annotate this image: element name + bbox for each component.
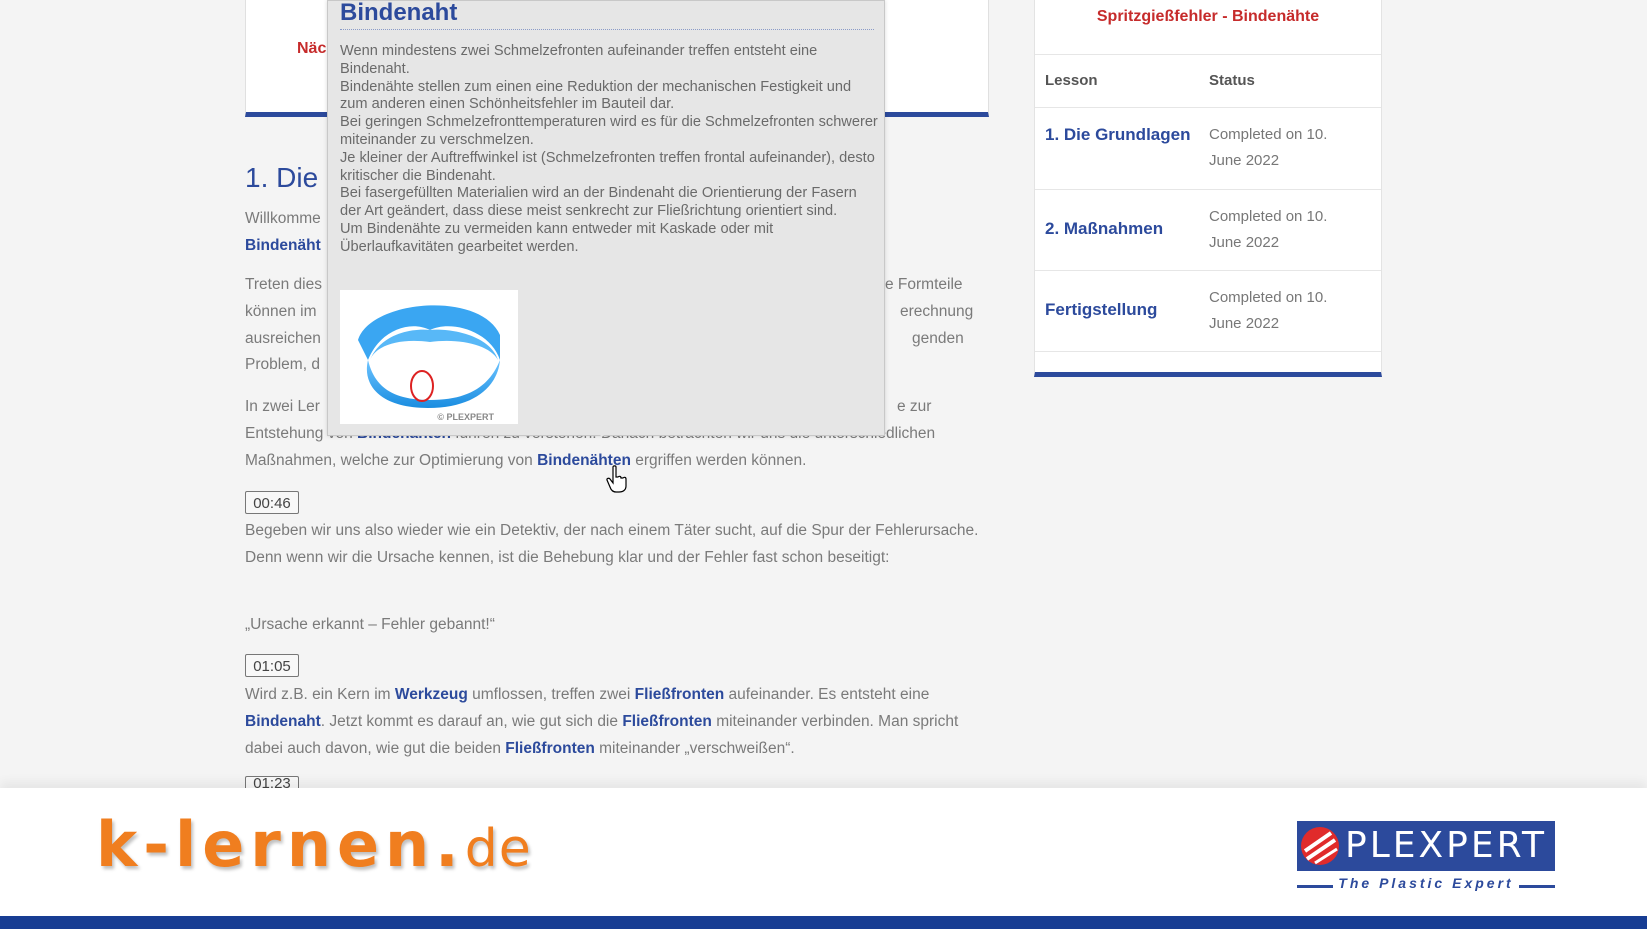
- plexpert-logo-box: PLEXPERT: [1297, 821, 1555, 871]
- tooltip-line: Bindenähte stellen zum einen eine Redukt…: [340, 78, 852, 113]
- divider: [1035, 351, 1381, 352]
- column-header-lesson: Lesson: [1045, 72, 1098, 89]
- k-lernen-logo: k-lernen.de: [96, 810, 532, 884]
- lesson-link-massnahmen[interactable]: 2. Maßnahmen: [1045, 216, 1195, 242]
- lesson-status: Completed on 10. June 2022: [1209, 289, 1328, 332]
- plexpert-ball-icon: [1301, 827, 1339, 865]
- lesson-link-grundlagen[interactable]: 1. Die Grundlagen: [1045, 122, 1195, 148]
- text-fragment: Willkomme: [245, 210, 321, 227]
- bottom-accent-bar: [0, 916, 1647, 929]
- lesson-status: Completed on 10. June 2022: [1209, 208, 1328, 251]
- text-fragment: In zwei Ler: [245, 398, 320, 415]
- glossary-link-bindenaehte[interactable]: Bindenäht: [245, 237, 321, 254]
- paragraph: Begeben wir uns also wieder wie ein Dete…: [245, 522, 979, 566]
- timestamp-button[interactable]: 01:05: [245, 654, 299, 677]
- glossary-link-fliessfronten[interactable]: Fließfronten: [505, 740, 595, 757]
- plexpert-logo: PLEXPERT The Plastic Expert: [1297, 821, 1555, 897]
- lesson-status: Completed on 10. June 2022: [1209, 126, 1328, 169]
- text-fragment: erechnung: [900, 302, 974, 320]
- image-caption: © PLEXPERT: [437, 412, 494, 422]
- timestamp-button[interactable]: 00:46: [245, 491, 299, 514]
- text-fragment: ausreichen: [245, 329, 321, 347]
- text-fragment: genden: [912, 329, 964, 347]
- stripes-icon: [1303, 831, 1338, 865]
- next-lesson-link[interactable]: Näc: [297, 40, 326, 58]
- divider: [1035, 107, 1381, 108]
- glossary-link-bindenaht[interactable]: Bindenaht: [245, 713, 321, 730]
- text-fragment: e zur: [897, 398, 932, 415]
- plexpert-tagline: The Plastic Expert: [1338, 875, 1514, 891]
- divider: [1035, 54, 1381, 55]
- lesson-link-fertigstellung[interactable]: Fertigstellung: [1045, 297, 1195, 323]
- text-fragment: umflossen, treffen zwei: [472, 686, 631, 703]
- text-fragment: aufeinander. Es entsteht eine: [728, 686, 930, 703]
- lesson-heading: 1. Die: [245, 162, 319, 193]
- course-progress-panel: Spritzgießfehler - Bindenähte Lesson Sta…: [1034, 0, 1382, 377]
- tooltip-part-image: © PLEXPERT: [340, 290, 518, 424]
- divider: [1519, 885, 1555, 888]
- tooltip-line: Bei geringen Schmelzefronttemperaturen w…: [340, 114, 878, 148]
- hand-cursor-icon: [606, 465, 627, 493]
- text-fragment: können im: [245, 302, 317, 320]
- tooltip-pointer: [596, 431, 608, 437]
- plexpert-wordmark: PLEXPERT: [1345, 825, 1548, 866]
- quote: „Ursache erkannt – Fehler gebannt!“: [245, 616, 495, 633]
- blue-ring-part-icon: [358, 305, 500, 408]
- glossary-link-fliessfronten[interactable]: Fließfronten: [622, 713, 712, 730]
- tooltip-line: Je kleiner der Auftreffwinkel ist (Schme…: [340, 149, 875, 184]
- logo-text: k-lernen.: [96, 808, 465, 881]
- tooltip-line: Um Bindenähte zu vermeiden kann entweder…: [340, 220, 774, 255]
- tooltip-body: Wenn mindestens zwei Schmelzefronten auf…: [340, 43, 880, 257]
- divider: [1035, 270, 1381, 271]
- text-fragment: Problem, d: [245, 356, 320, 374]
- text-fragment: ergriffen werden können.: [635, 451, 807, 469]
- logo-tld: de: [464, 819, 532, 879]
- tooltip-title: Bindenaht: [340, 0, 874, 30]
- text-fragment: Wird z.B. ein Kern im: [245, 686, 391, 703]
- text-fragment: Treten dies: [245, 276, 322, 293]
- tooltip-line: Wenn mindestens zwei Schmelzefronten auf…: [340, 43, 818, 77]
- course-title[interactable]: Spritzgießfehler - Bindenähte: [1035, 8, 1381, 26]
- column-header-status: Status: [1209, 72, 1255, 89]
- text-fragment: e Formteile: [885, 276, 963, 293]
- text-fragment: Maßnahmen, welche zur Optimierung von: [245, 451, 533, 469]
- tooltip-line: Bei fasergefüllten Materialien wird an d…: [340, 185, 857, 220]
- text-fragment: miteinander „verschweißen“.: [599, 739, 795, 757]
- text-fragment: . Jetzt kommt es darauf an, wie gut sich…: [320, 712, 618, 730]
- paragraph: Wird z.B. ein Kern im Werkzeug umflossen…: [245, 682, 985, 762]
- glossary-link-fliessfronten[interactable]: Fließfronten: [635, 686, 725, 703]
- divider: [1035, 189, 1381, 190]
- glossary-tooltip: Bindenaht Wenn mindestens zwei Schmelzef…: [327, 0, 885, 437]
- glossary-link-werkzeug[interactable]: Werkzeug: [395, 686, 468, 703]
